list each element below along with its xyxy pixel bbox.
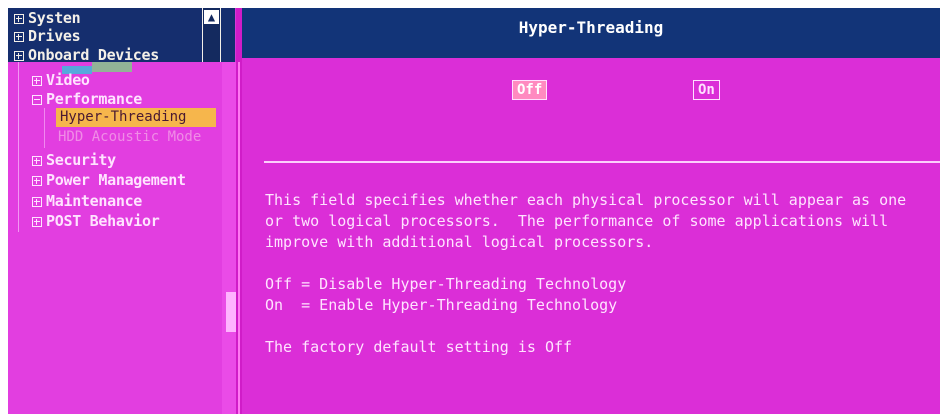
tree-item-label: Security — [46, 151, 116, 169]
option-off-button[interactable]: Off — [512, 80, 548, 100]
bios-setup-screen: Systen Drives Onboard Devices ▲ Video Pe… — [8, 8, 940, 414]
section-divider — [264, 161, 940, 163]
expand-icon[interactable] — [14, 51, 24, 61]
tree-item-hdd-acoustic-mode[interactable]: HDD Acoustic Mode — [58, 128, 201, 147]
expand-icon[interactable] — [32, 197, 42, 207]
help-text-line: or two logical processors. The performan… — [265, 212, 889, 230]
tree-item-video[interactable]: Video — [32, 70, 90, 90]
tree-item-label: Onboard Devices — [28, 46, 159, 62]
tree-item-drives[interactable]: Drives — [14, 26, 81, 46]
setting-title: Hyper-Threading — [242, 8, 940, 58]
tree-item-system[interactable]: Systen — [14, 8, 81, 28]
tree-item-post-behavior[interactable]: POST Behavior — [32, 211, 160, 231]
tree-item-label: POST Behavior — [46, 212, 160, 230]
tree-item-power-management[interactable]: Power Management — [32, 170, 186, 190]
tree-scrollbar-track[interactable] — [222, 62, 236, 414]
display-artifact — [92, 62, 132, 72]
tree-item-onboard-devices[interactable]: Onboard Devices — [14, 45, 159, 62]
expand-icon[interactable] — [14, 14, 24, 24]
expand-icon[interactable] — [14, 32, 24, 42]
help-text-line: improve with additional logical processo… — [265, 233, 654, 251]
setting-panel: Off On This field specifies whether each… — [242, 58, 940, 414]
tree-item-hyper-threading[interactable]: Hyper-Threading — [56, 108, 216, 127]
expand-icon[interactable] — [32, 156, 42, 166]
tree-item-label: Video — [46, 71, 90, 89]
tree-item-label: Maintenance — [46, 192, 143, 210]
tree-connector-line — [18, 62, 19, 232]
help-text-line: Off = Disable Hyper-Threading Technology — [265, 275, 627, 293]
help-text-line: The factory default setting is Off — [265, 338, 573, 356]
expand-icon[interactable] — [32, 76, 42, 86]
expand-icon[interactable] — [32, 176, 42, 186]
tree-header-area: Systen Drives Onboard Devices ▲ — [8, 8, 235, 62]
tree-item-security[interactable]: Security — [32, 150, 116, 170]
tree-item-label: Systen — [28, 9, 81, 27]
tree-item-label: Performance — [46, 90, 143, 108]
collapse-icon[interactable] — [32, 95, 42, 105]
tree-item-label: Power Management — [46, 171, 186, 189]
scroll-up-arrow-icon[interactable]: ▲ — [204, 10, 219, 24]
tree-item-performance[interactable]: Performance — [32, 89, 142, 109]
tree-scrollbar-top[interactable]: ▲ — [202, 8, 221, 62]
help-text-line: This field specifies whether each physic… — [265, 191, 907, 209]
tree-connector-line — [44, 108, 45, 148]
tree-item-maintenance[interactable]: Maintenance — [32, 191, 142, 211]
help-text-line: On = Enable Hyper-Threading Technology — [265, 296, 618, 314]
expand-icon[interactable] — [32, 217, 42, 227]
option-on-button[interactable]: On — [693, 80, 720, 100]
tree-item-label: Drives — [28, 27, 81, 45]
